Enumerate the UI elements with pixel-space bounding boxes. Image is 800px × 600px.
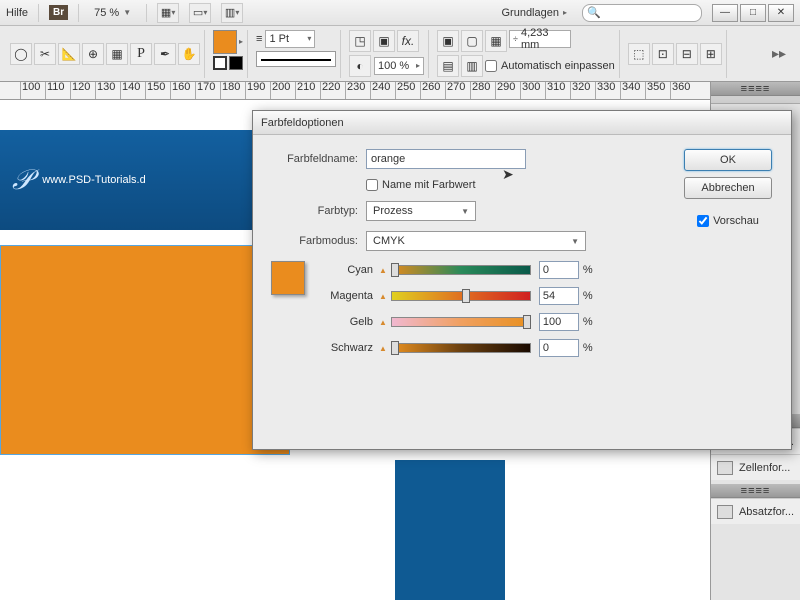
para-icon [717, 505, 733, 519]
corner-icon[interactable]: ◳ [349, 30, 371, 52]
colormode-label: Farbmodus: [271, 235, 366, 247]
center-content-icon[interactable]: ▦ [485, 30, 507, 52]
autofit-checkbox[interactable]: Automatisch einpassen [485, 55, 615, 77]
percent-label: % [583, 342, 593, 354]
colortype-dropdown[interactable]: Prozess▼ [366, 201, 476, 221]
slider-label: Cyan [319, 264, 379, 276]
percent-label: % [583, 264, 593, 276]
fit-prop-icon[interactable]: ▥ [461, 55, 483, 77]
slider-track[interactable] [391, 265, 531, 275]
maximize-button[interactable]: □ [740, 4, 766, 22]
slider-schwarz: Schwarz▲% [319, 339, 593, 357]
sel4-icon[interactable]: ⊞ [700, 43, 722, 65]
help-menu[interactable]: Hilfe [6, 7, 28, 19]
wrap-icon[interactable]: ▣ [373, 30, 395, 52]
menubar: Hilfe Br 75 %▼ ▦▾ ▭▾ ▥▾ Grundlagen▸ 🔍 — … [0, 0, 800, 26]
banner-text: www.PSD-Tutorials.d [42, 174, 146, 186]
options-toolbar: ◯ ✂ 📐 ⊕ ▦ P ✒ ✋ ▸ ≡ 1 Pt▾ ◳ ▣ fx. ◐ [0, 26, 800, 82]
blue-column-frame[interactable] [395, 460, 505, 600]
colortype-label: Farbtyp: [271, 205, 366, 217]
panel-cell-formats[interactable]: Zellenfor... [711, 454, 800, 480]
ok-button[interactable]: OK [684, 149, 772, 171]
search-icon: 🔍 [587, 6, 601, 19]
opacity-icon[interactable]: ◐ [349, 55, 371, 77]
minimize-button[interactable]: — [712, 4, 738, 22]
panel-para-formats[interactable]: Absatzfor... [711, 498, 800, 524]
sel2-icon[interactable]: ⊡ [652, 43, 674, 65]
color-preview-swatch [271, 261, 305, 295]
triangle-icon: ▲ [379, 292, 387, 301]
colormode-dropdown[interactable]: CMYK▼ [366, 231, 586, 251]
tool-eyedropper-icon[interactable]: ✒ [154, 43, 176, 65]
slider-value-input[interactable] [539, 261, 579, 279]
percent-label: % [583, 290, 593, 302]
slider-value-input[interactable] [539, 287, 579, 305]
workspace-dropdown[interactable]: Grundlagen▸ [496, 4, 572, 22]
cell-icon [717, 461, 733, 475]
fill-prop-icon[interactable]: ▤ [437, 55, 459, 77]
tool-measure-icon[interactable]: 📐 [58, 43, 80, 65]
tool-ellipse-icon[interactable]: ◯ [10, 43, 32, 65]
stroke-weight-input[interactable]: 1 Pt▾ [265, 30, 315, 48]
triangle-icon: ▲ [379, 318, 387, 327]
slider-label: Schwarz [319, 342, 379, 354]
name-with-value-checkbox[interactable]: Name mit Farbwert [366, 179, 476, 191]
fill-swatch[interactable] [213, 30, 237, 54]
name-label: Farbfeldname: [271, 153, 366, 165]
zoom-dropdown[interactable]: 75 %▼ [89, 4, 136, 22]
tool-gradient-icon[interactable]: ▦ [106, 43, 128, 65]
bridge-button[interactable]: Br [49, 5, 68, 20]
close-button[interactable]: ✕ [768, 4, 794, 22]
stroke-weight-icon: ≡ [256, 33, 262, 45]
banner-frame[interactable]: 𝒫 www.PSD-Tutorials.d [0, 130, 290, 230]
sel1-icon[interactable]: ⬚ [628, 43, 650, 65]
slider-track[interactable] [391, 343, 531, 353]
panel-grip-3[interactable]: ≡≡≡≡ [711, 484, 800, 498]
slider-cyan: Cyan▲% [319, 261, 593, 279]
cancel-button[interactable]: Abbrechen [684, 177, 772, 199]
slider-label: Magenta [319, 290, 379, 302]
fit-frame-icon[interactable]: ▢ [461, 30, 483, 52]
slider-label: Gelb [319, 316, 379, 328]
triangle-icon: ▲ [379, 266, 387, 275]
format-text-icon[interactable] [229, 56, 243, 70]
triangle-icon: ▲ [379, 344, 387, 353]
dialog-title[interactable]: Farbfeldoptionen [253, 111, 791, 135]
tool-crop-icon[interactable]: ✂ [34, 43, 56, 65]
slider-track[interactable] [391, 317, 531, 327]
stroke-style-dropdown[interactable] [256, 51, 336, 67]
tool-target-icon[interactable]: ⊕ [82, 43, 104, 65]
slider-magenta: Magenta▲% [319, 287, 593, 305]
arrange-icon[interactable]: ▥▾ [221, 3, 243, 23]
toolbar-overflow-icon[interactable]: ▸▸ [772, 45, 794, 62]
swatch-name-input[interactable] [366, 149, 526, 169]
screen-mode-icon[interactable]: ▭▾ [189, 3, 211, 23]
panel-grip[interactable]: ≡≡≡≡ [711, 82, 800, 96]
slider-value-input[interactable] [539, 339, 579, 357]
slider-track[interactable] [391, 291, 531, 301]
slider-value-input[interactable] [539, 313, 579, 331]
orange-frame[interactable] [0, 245, 290, 455]
preview-checkbox[interactable]: Vorschau [697, 215, 759, 227]
gap-input[interactable]: ÷4,233 mm [509, 30, 571, 48]
slider-gelb: Gelb▲% [319, 313, 593, 331]
format-container-icon[interactable] [213, 56, 227, 70]
tool-type-icon[interactable]: P [130, 43, 152, 65]
swatch-options-dialog: Farbfeldoptionen Farbfeldname: Name mit … [252, 110, 792, 450]
pen-logo-icon: 𝒫 [12, 164, 32, 197]
tool-hand-icon[interactable]: ✋ [178, 43, 200, 65]
fit-content-icon[interactable]: ▣ [437, 30, 459, 52]
view-options-icon[interactable]: ▦▾ [157, 3, 179, 23]
percent-label: % [583, 316, 593, 328]
opacity-input[interactable]: 100 %▸ [374, 57, 424, 75]
sel3-icon[interactable]: ⊟ [676, 43, 698, 65]
search-input[interactable]: 🔍 [582, 4, 702, 22]
horizontal-ruler: 1001101201301401501601701801902002102202… [0, 82, 800, 100]
fx-icon[interactable]: fx. [397, 30, 419, 52]
